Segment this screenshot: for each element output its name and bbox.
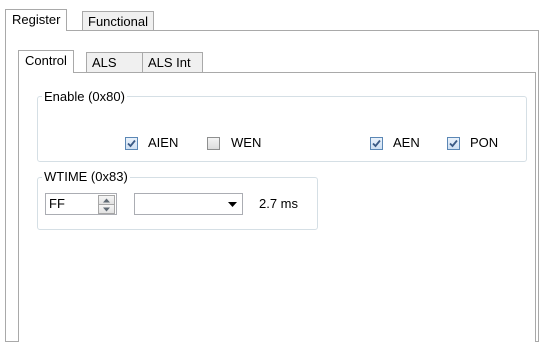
- triangle-down-icon: [103, 207, 110, 212]
- aien-label: AIEN: [148, 135, 179, 150]
- spin-down-button[interactable]: [98, 204, 115, 214]
- wtime-combobox[interactable]: [134, 193, 243, 215]
- check-mark-icon: [449, 139, 458, 148]
- tab-control[interactable]: Control: [18, 50, 74, 73]
- tab-als-int-label: ALS Int: [148, 55, 191, 70]
- tab-als-int[interactable]: ALS Int: [142, 52, 203, 73]
- pon-label: PON: [470, 135, 499, 150]
- aen-label: AEN: [393, 135, 420, 150]
- dropdown-arrow-icon: [228, 202, 237, 207]
- tab-als-label: ALS: [92, 55, 117, 70]
- aen-checkbox[interactable]: [370, 137, 383, 150]
- tab-register-label: Register: [12, 12, 61, 27]
- wen-checkbox[interactable]: [207, 137, 220, 150]
- triangle-up-icon: [103, 198, 110, 203]
- tab-register[interactable]: Register: [5, 9, 68, 31]
- wtime-spinbox[interactable]: FF: [45, 193, 117, 215]
- tab-functional[interactable]: Functional: [82, 11, 154, 31]
- check-mark-icon: [127, 139, 136, 148]
- wtime-group-title: WTIME (0x83): [42, 169, 130, 185]
- tab-control-label: Control: [25, 53, 67, 68]
- tab-functional-label: Functional: [88, 14, 148, 29]
- check-mark-icon: [372, 139, 381, 148]
- wtime-readout: 2.7 ms: [259, 196, 299, 211]
- tab-als[interactable]: ALS: [86, 52, 143, 73]
- enable-group-title: Enable (0x80): [42, 89, 127, 105]
- wen-label: WEN: [231, 135, 262, 150]
- pon-checkbox[interactable]: [447, 137, 460, 150]
- enable-group: [37, 96, 527, 162]
- wtime-spin-value: FF: [49, 196, 65, 211]
- aien-checkbox[interactable]: [125, 137, 138, 150]
